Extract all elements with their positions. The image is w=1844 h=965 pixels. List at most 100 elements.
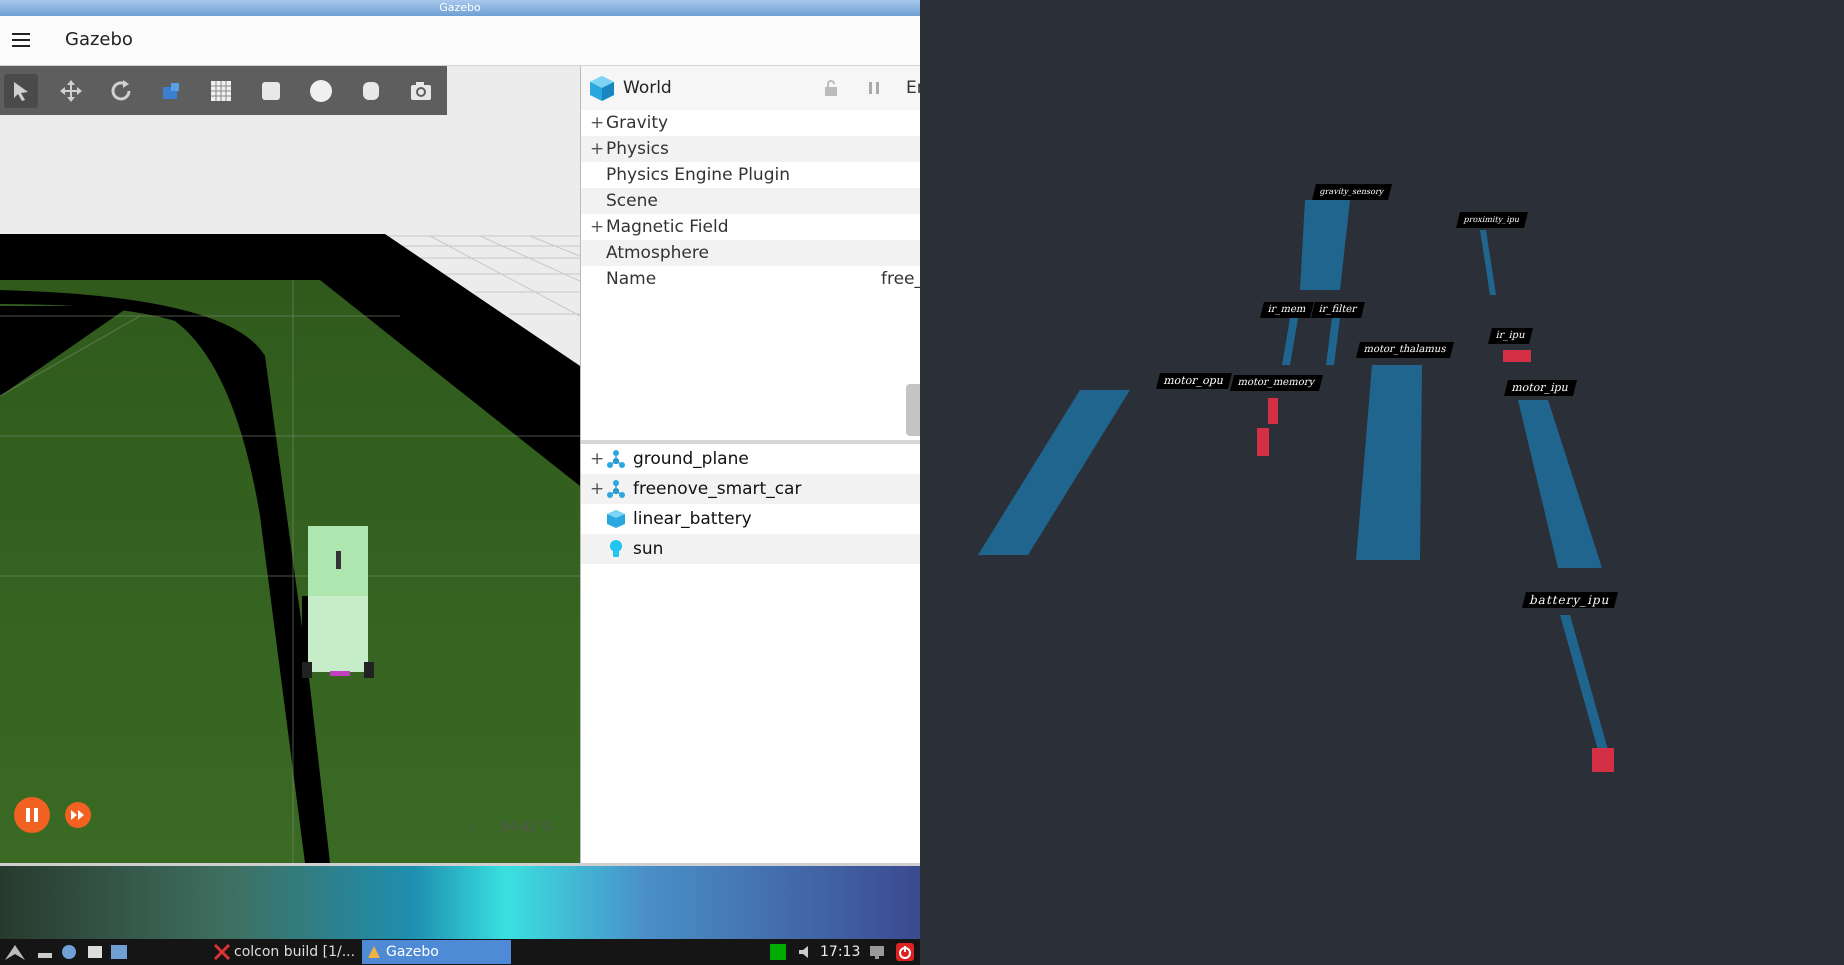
expand-icon[interactable]: + xyxy=(590,474,604,504)
model-label: sun xyxy=(633,539,664,559)
real-time-factor: 54.62 % xyxy=(500,820,554,835)
volume-icon[interactable] xyxy=(797,944,813,960)
model-item-sun[interactable]: sun xyxy=(581,534,920,564)
property-magnetic-field[interactable]: + Magnetic Field xyxy=(581,214,920,240)
label-motor-memory[interactable]: motor_memory xyxy=(1230,375,1323,391)
model-label: ground_plane xyxy=(633,449,749,469)
property-label: Magnetic Field xyxy=(606,217,729,237)
display-icon[interactable] xyxy=(868,943,886,961)
pause-panel-icon[interactable] xyxy=(866,80,882,96)
start-menu-icon[interactable] xyxy=(3,942,27,962)
property-scene[interactable]: Scene xyxy=(581,188,920,214)
property-physics[interactable]: + Physics xyxy=(581,136,920,162)
label-motor-ipu[interactable]: motor_ipu xyxy=(1504,380,1577,396)
rotate-tool-button[interactable] xyxy=(104,74,138,108)
model-item-freenove-smart-car[interactable]: + freenove_smart_car xyxy=(581,474,920,504)
network-icon[interactable] xyxy=(770,944,786,960)
box-tool-button[interactable] xyxy=(254,74,288,108)
cube-icon xyxy=(607,510,625,528)
select-tool-button[interactable] xyxy=(4,74,38,108)
model-item-ground-plane[interactable]: + ground_plane xyxy=(581,444,920,474)
property-gravity[interactable]: + Gravity xyxy=(581,110,920,136)
taskbar-item-colcon[interactable]: colcon build [1/... xyxy=(210,940,384,964)
window-title: Gazebo xyxy=(439,1,481,14)
model-icon xyxy=(607,480,625,498)
step-button[interactable] xyxy=(65,802,91,828)
property-name[interactable]: Name free_ xyxy=(581,266,920,292)
expand-icon[interactable]: + xyxy=(590,214,604,240)
label-proximity-ipu[interactable]: proximity_ipu xyxy=(1456,212,1528,228)
label-ir-mem[interactable]: ir_mem xyxy=(1260,302,1314,318)
terminal-icon[interactable] xyxy=(110,943,128,961)
world-panel-title: World xyxy=(623,78,672,98)
world-cube-icon xyxy=(590,76,614,101)
screenshot-tool-button[interactable] xyxy=(404,74,438,108)
block-motor-memory xyxy=(1268,398,1278,424)
taskbar: colcon build [1/... Gazebo 17:13 xyxy=(0,939,920,965)
cylinder-icon xyxy=(363,82,379,100)
gazebo-icon xyxy=(368,946,380,958)
select-icon xyxy=(14,82,28,101)
block-motor-memory-2 xyxy=(1257,428,1269,456)
panel-collapse-handle[interactable] xyxy=(906,384,920,436)
grid-icon xyxy=(211,81,231,101)
column-motor-opu xyxy=(978,390,1130,555)
world-panel: World Er +Gravity +Physics Physics Engin… xyxy=(580,66,920,863)
block-ir-ipu xyxy=(1503,350,1531,362)
label-gravity-sensory[interactable]: gravity_sensory xyxy=(1312,184,1392,200)
property-value[interactable]: free_ xyxy=(881,266,920,292)
model-icon xyxy=(607,450,625,468)
scene-viewport[interactable]: ‹ 54.62 % xyxy=(0,66,580,863)
label-motor-opu[interactable]: motor_opu xyxy=(1156,373,1232,389)
column-proximity-ipu xyxy=(1480,230,1496,295)
light-icon xyxy=(610,540,622,557)
app-bar: Gazebo xyxy=(0,16,920,66)
lock-icon[interactable] xyxy=(823,80,839,96)
column-ir-filter xyxy=(1326,318,1340,365)
column-ir-mem xyxy=(1282,318,1298,365)
sphere-tool-button[interactable] xyxy=(304,74,338,108)
box-icon xyxy=(262,82,280,100)
visualization-canvas[interactable] xyxy=(920,0,1844,965)
translate-icon xyxy=(60,80,82,102)
model-item-linear-battery[interactable]: linear_battery xyxy=(581,504,920,534)
taskbar-item-gazebo[interactable]: Gazebo xyxy=(362,940,511,964)
grid-tool-button[interactable] xyxy=(204,74,238,108)
brain-visualization[interactable]: gravity_sensory proximity_ipu ir_mem ir_… xyxy=(920,0,1844,965)
property-atmosphere[interactable]: Atmosphere xyxy=(581,240,920,266)
model-label: freenove_smart_car xyxy=(633,479,802,499)
power-icon[interactable] xyxy=(896,943,914,961)
window-titlebar[interactable]: Gazebo xyxy=(0,0,920,16)
pause-button[interactable] xyxy=(14,797,50,833)
file-manager-icon[interactable] xyxy=(86,943,104,961)
property-physics-engine-plugin[interactable]: Physics Engine Plugin xyxy=(581,162,920,188)
collapse-stats-icon[interactable]: ‹ xyxy=(470,820,475,835)
browser-icon[interactable] xyxy=(60,943,78,961)
expand-icon[interactable]: + xyxy=(590,136,604,162)
scene-toolbar xyxy=(0,66,447,115)
label-battery-ipu[interactable]: battery_ipu xyxy=(1522,592,1619,608)
property-label: Physics xyxy=(606,139,669,159)
menu-icon[interactable] xyxy=(12,33,30,47)
property-label: Scene xyxy=(606,191,658,211)
taskbar-clock: 17:13 xyxy=(820,944,861,960)
property-label: Physics Engine Plugin xyxy=(606,165,790,185)
world-panel-header: World Er xyxy=(581,66,920,110)
expand-icon[interactable]: + xyxy=(590,110,604,136)
desktop-wallpaper xyxy=(0,863,920,942)
rotate-icon xyxy=(111,80,131,101)
translate-tool-button[interactable] xyxy=(54,74,88,108)
label-motor-thalamus[interactable]: motor_thalamus xyxy=(1356,342,1454,358)
model-label: linear_battery xyxy=(633,509,752,529)
column-gravity-sensory xyxy=(1300,200,1350,290)
block-battery-ipu xyxy=(1592,748,1614,772)
expand-icon[interactable]: + xyxy=(590,444,604,474)
property-label: Gravity xyxy=(606,113,669,133)
cylinder-tool-button[interactable] xyxy=(354,74,388,108)
scale-tool-button[interactable] xyxy=(154,74,188,108)
show-desktop-icon[interactable] xyxy=(36,943,54,961)
scene-render[interactable] xyxy=(0,66,580,863)
label-ir-ipu[interactable]: ir_ipu xyxy=(1488,328,1534,344)
camera-icon xyxy=(411,82,431,100)
label-ir-filter[interactable]: ir_filter xyxy=(1311,302,1365,318)
